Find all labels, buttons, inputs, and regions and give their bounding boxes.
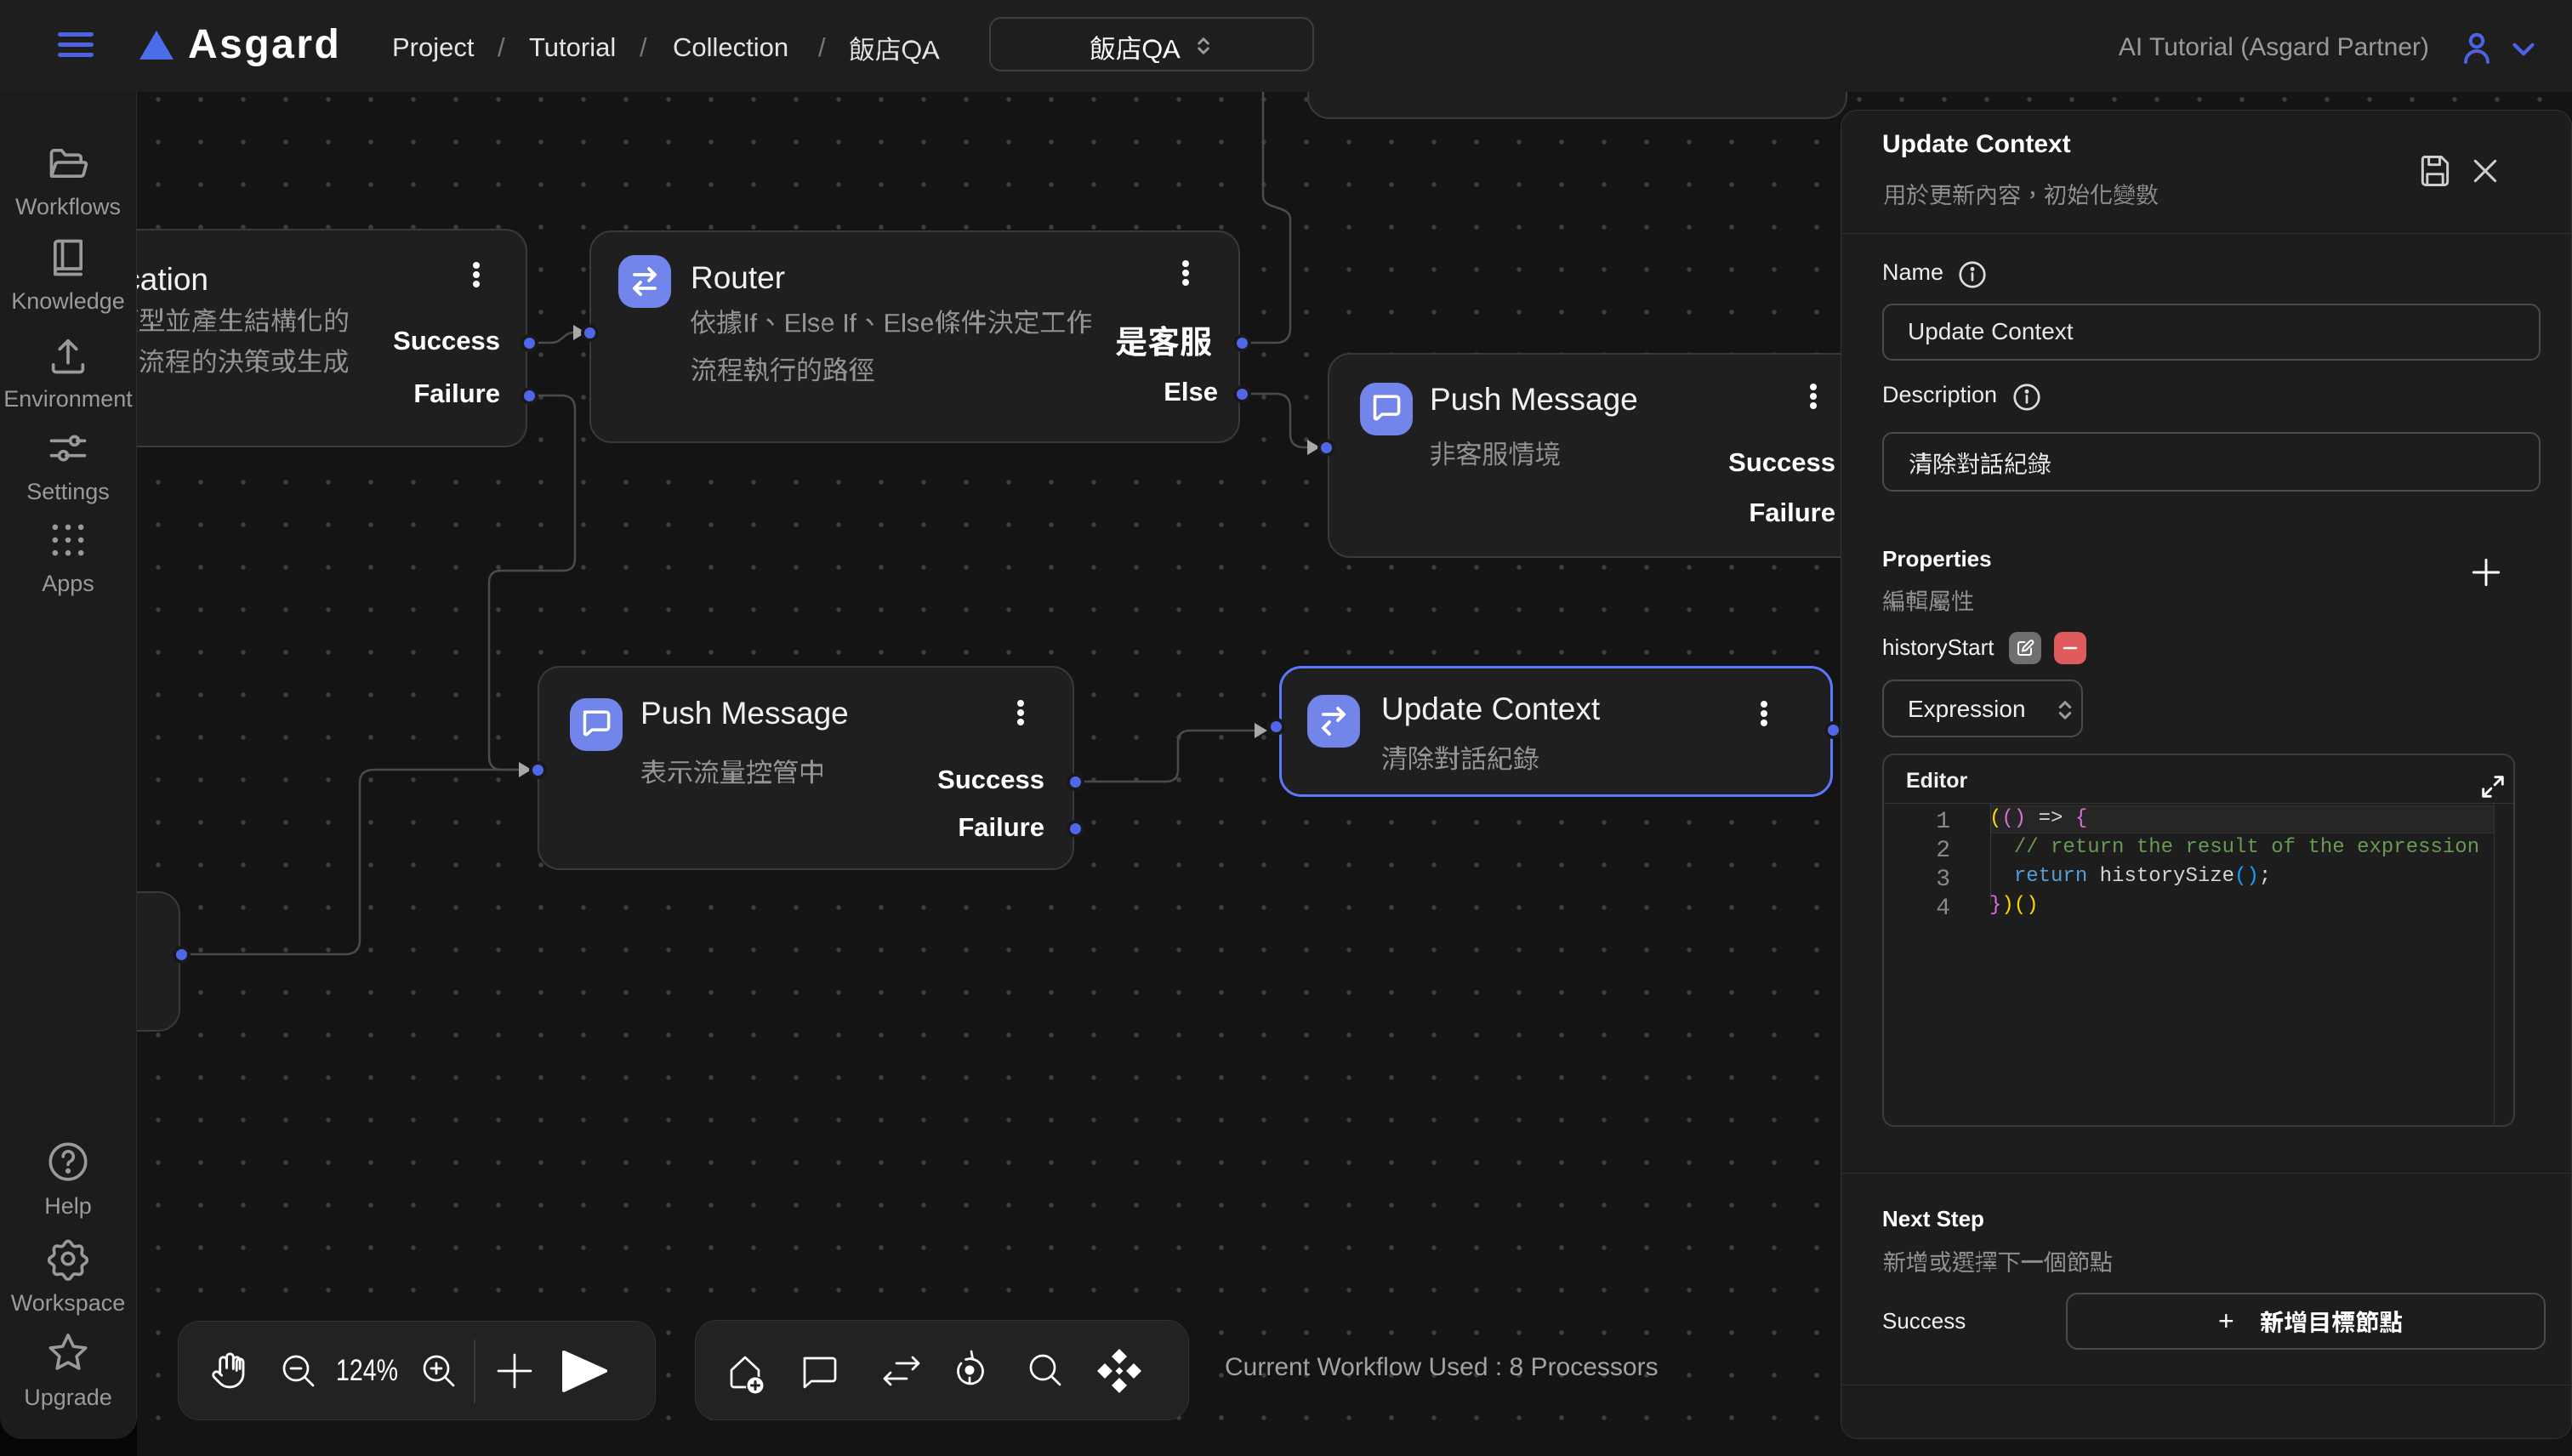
- svg-text:124%: 124%: [336, 1354, 398, 1387]
